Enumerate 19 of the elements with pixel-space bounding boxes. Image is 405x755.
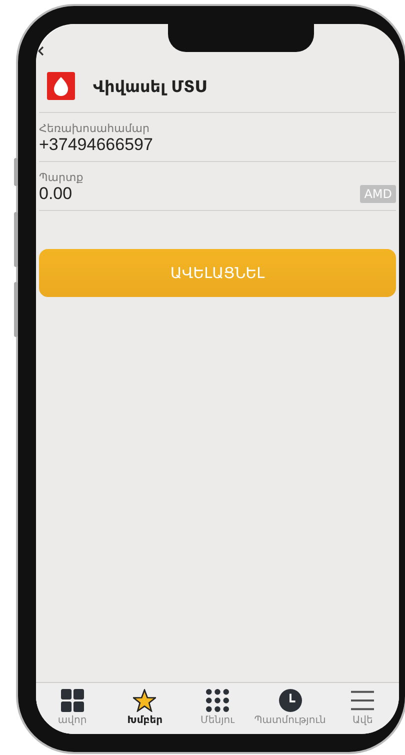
currency-badge: AMD	[360, 185, 396, 203]
menu-icon	[351, 689, 374, 712]
star-icon	[133, 689, 156, 712]
field-label: Պարտք	[39, 171, 84, 184]
input-field[interactable]: 0.00	[39, 184, 199, 204]
tab[interactable]: Խմբեր	[108, 689, 182, 734]
back-icon[interactable]	[36, 46, 46, 56]
tab[interactable]: Ավե	[326, 689, 399, 734]
tab[interactable]: ավոր	[36, 689, 109, 734]
input-field[interactable]: +37494666597	[39, 135, 199, 155]
clock-icon	[278, 689, 302, 712]
logo-icon	[47, 72, 75, 100]
grid-icon	[60, 689, 84, 712]
field-label: Հեռախոսահամար	[39, 122, 150, 135]
tab[interactable]: Մենյու	[181, 689, 254, 734]
tab[interactable]: Պատմություն	[254, 689, 326, 734]
add-button[interactable]: ԱՎԵԼԱՑՆԵԼ	[39, 249, 396, 297]
page-title: Վիվասել ՄՏՍ	[93, 76, 206, 96]
dots-grid-icon	[206, 689, 229, 712]
